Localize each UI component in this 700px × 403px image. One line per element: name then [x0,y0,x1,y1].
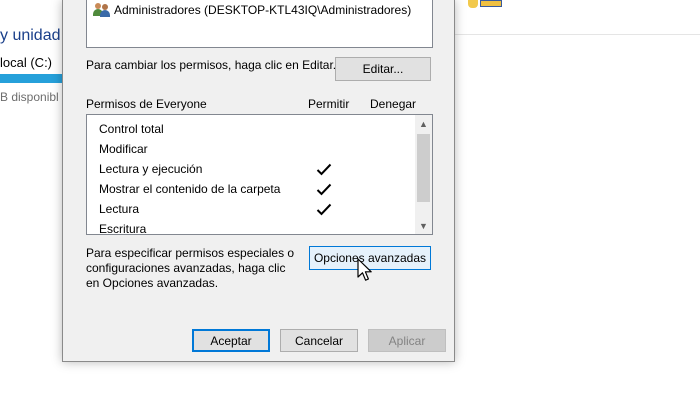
permission-name: Modificar [99,142,148,156]
edit-prompt-text: Para cambiar los permisos, haga clic en … [86,58,337,72]
permission-name: Lectura y ejecución [99,162,203,176]
explorer-drive-label[interactable]: local (C:) [0,55,52,70]
mouse-pointer-icon [357,258,372,281]
permission-row[interactable]: Lectura [99,199,399,219]
scroll-thumb[interactable] [417,134,430,202]
permissions-list[interactable]: Control total Modificar Lectura y ejecució… [86,114,433,235]
ok-button[interactable]: Aceptar [192,329,270,352]
scroll-down-arrow-icon[interactable]: ▼ [415,217,432,234]
permission-name: Control total [99,122,164,136]
edit-button[interactable]: Editar... [335,57,431,81]
permission-row[interactable]: Control total [99,119,399,139]
explorer-devices-heading: y unidad [0,27,61,44]
explorer-drive-free-text: B disponibl [0,90,59,104]
permissions-header-title: Permisos de Everyone [86,97,207,111]
permission-row[interactable]: Modificar [99,139,399,159]
checkmark-icon [316,183,332,196]
apply-button[interactable]: Aplicar [368,329,446,352]
permission-row[interactable]: Lectura y ejecución [99,159,399,179]
group-list-item[interactable]: Administradores (DESKTOP-KTL43IQ\Adminis… [93,1,411,19]
groups-users-list[interactable]: Administradores (DESKTOP-KTL43IQ\Adminis… [86,0,433,48]
users-group-icon [93,2,111,18]
checkmark-icon [316,203,332,216]
security-properties-dialog: Administradores (DESKTOP-KTL43IQ\Adminis… [62,0,455,362]
advanced-prompt-line-1: Para especificar permisos especiales o [86,246,295,260]
permissions-header-deny: Denegar [370,97,417,111]
group-item-label: Administradores (DESKTOP-KTL43IQ\Adminis… [114,3,412,17]
permission-row[interactable]: Mostrar el contenido de la carpeta [99,179,399,199]
explorer-divider [455,34,700,35]
drive-usage-bar [0,74,62,83]
cancel-button[interactable]: Cancelar [280,329,358,352]
permission-name: Mostrar el contenido de la carpeta [99,182,281,196]
scroll-up-arrow-icon[interactable]: ▲ [415,115,432,132]
advanced-prompt-line-2: configuraciones avanzadas, haga clic [86,261,286,275]
permission-name: Lectura [99,202,140,216]
permissions-scrollbar[interactable]: ▲ ▼ [415,115,432,234]
permissions-header-allow: Permitir [308,97,350,111]
folder-thumbnail-icon [468,0,504,8]
checkmark-icon [316,163,332,176]
permission-row[interactable]: Escritura [99,219,399,235]
permission-name: Escritura [99,222,147,235]
advanced-prompt-line-3: en Opciones avanzadas. [86,276,219,290]
